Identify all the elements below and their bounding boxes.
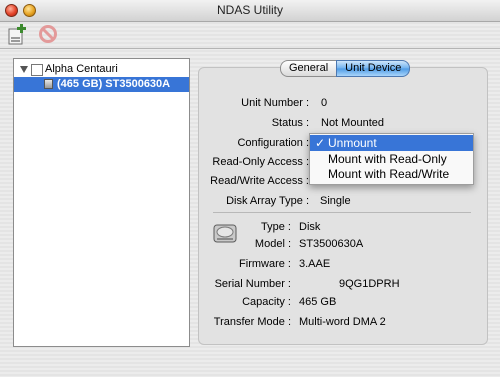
menu-item-mount-read-write[interactable]: Mount with Read/Write [310,166,473,182]
disk-array-type-row: Disk Array Type : [200,194,309,208]
remove-device-button[interactable] [37,23,59,45]
capacity-row: Capacity : [200,295,291,309]
firmware-label: Firmware : [239,258,291,270]
status-value: Not Mounted [321,117,384,129]
status-row: Status : [200,116,309,130]
menu-item-label: Unmount [328,136,377,150]
enable-checkbox[interactable] [31,64,43,76]
type-value: Disk [299,221,321,233]
disk-array-type-value: Single [320,195,351,207]
ndas-utility-window: NDAS Utility Alpha Centauri (465 GB) ST3… [0,0,500,377]
firmware-value: 3.AAE [299,258,331,270]
remove-device-icon [39,25,57,43]
add-device-icon [8,24,26,45]
disclosure-triangle-icon[interactable] [20,66,28,73]
device-tree[interactable]: Alpha Centauri (465 GB) ST3500630A [13,58,190,347]
toolbar [0,22,500,49]
configuration-menu: ✓ Unmount Mount with Read-Only Mount wit… [309,133,474,185]
tab-unit-device[interactable]: Unit Device [336,60,411,77]
menu-item-label: Mount with Read/Write [328,167,450,181]
tree-item-unit-device-label: (465 GB) ST3500630A [57,78,171,90]
menu-item-label: Mount with Read-Only [328,152,447,166]
read-only-access-label: Read-Only Access : [212,156,309,168]
serial-number-value: 9QG1DPRH [339,278,400,290]
read-write-access-label: Read/Write Access : [210,175,309,187]
transfer-mode-row: Transfer Mode : [200,315,291,329]
section-divider [213,212,471,213]
capacity-value: 465 GB [299,296,337,308]
tab-general[interactable]: General [280,60,337,77]
transfer-mode-value: Multi-word DMA 2 [299,316,386,328]
unit-number-label: Unit Number : [241,97,309,109]
tab-bar: General Unit Device [280,60,411,77]
serial-number-label: Serial Number : [214,278,291,290]
model-label: Model : [254,238,291,250]
model-row: Model : [200,237,291,251]
model-value: ST3500630A [299,238,364,250]
tree-item-unit-device[interactable]: (465 GB) ST3500630A [14,77,189,92]
serial-number-row: Serial Number : [200,277,291,291]
configuration-label: Configuration : [237,137,309,149]
disk-array-type-label: Disk Array Type : [226,195,309,207]
disk-icon [44,79,53,89]
checkmark-icon: ✓ [315,136,326,150]
tree-item-root-label: Alpha Centauri [45,63,118,75]
window-title: NDAS Utility [216,3,283,17]
menu-item-unmount[interactable]: ✓ Unmount [310,135,473,151]
firmware-row: Firmware : [200,257,291,271]
menu-item-mount-read-only[interactable]: Mount with Read-Only [310,151,473,167]
transfer-mode-label: Transfer Mode : [213,316,291,328]
configuration-row: Configuration : [200,136,309,150]
tree-item-root[interactable]: Alpha Centauri [14,62,189,77]
type-label: Type : [261,221,291,233]
unit-number-value: 0 [321,97,328,109]
read-write-access-row: Read/Write Access : [200,174,309,188]
status-label: Status : [271,117,309,129]
capacity-label: Capacity : [242,296,291,308]
add-device-button[interactable] [6,23,28,45]
type-row: Type : [200,220,291,234]
read-only-access-row: Read-Only Access : [200,155,309,169]
title-bar[interactable]: NDAS Utility [0,0,500,22]
unit-number-row: Unit Number : [200,96,309,110]
